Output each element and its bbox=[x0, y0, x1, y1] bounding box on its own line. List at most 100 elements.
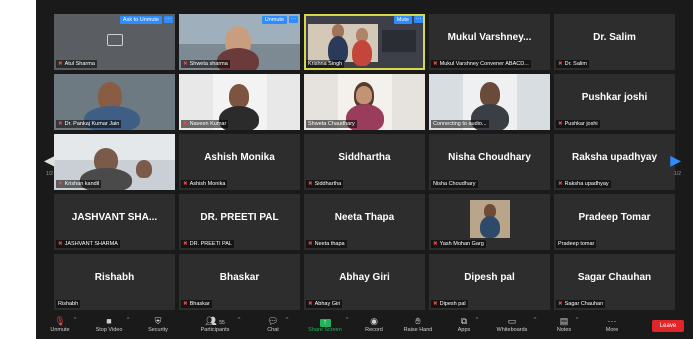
participant-name-label: ✖ Mukul Varshney Convener ABACD... bbox=[431, 60, 531, 68]
participant-display-name: Sagar Chauhan bbox=[577, 272, 652, 283]
participant-name-label: ✖ Neeta thapa bbox=[306, 240, 347, 248]
participant-tile[interactable]: ✖ Naveen Kumar bbox=[179, 74, 300, 130]
participant-tile[interactable]: Dr. Salim ✖ Dr. Salim bbox=[554, 14, 675, 70]
notes-options-caret-icon[interactable]: ^ bbox=[576, 317, 578, 323]
person-face bbox=[356, 86, 372, 104]
participant-tile[interactable]: Rishabh Rishabh bbox=[54, 254, 175, 310]
share-screen-icon: ↑ bbox=[319, 319, 331, 327]
chat-button[interactable]: 💬︎ Chat bbox=[262, 316, 284, 333]
participant-display-name: Siddhartha bbox=[338, 152, 391, 163]
participant-name-label: ✖ Naveen Kumar bbox=[181, 120, 229, 128]
muted-mic-icon: ✖ bbox=[308, 181, 313, 187]
participant-tile[interactable]: Raksha upadhyay ✖ Raksha upadhyay bbox=[554, 134, 675, 190]
participant-display-name: Rishabh bbox=[94, 272, 135, 283]
participant-name-label: ✖ Atul Sharma bbox=[56, 60, 97, 68]
unmute-button[interactable]: 🎙︎ Unmute bbox=[48, 316, 72, 333]
chat-options-caret-icon[interactable]: ^ bbox=[286, 317, 288, 323]
apps-options-caret-icon[interactable]: ^ bbox=[476, 317, 478, 323]
participant-tile[interactable]: Pradeep Tomar Pradeep tomar bbox=[554, 194, 675, 250]
muted-mic-icon: ✖ bbox=[58, 241, 63, 247]
participant-display-name: Dipesh pal bbox=[464, 272, 515, 283]
participant-tile[interactable]: ✖ Dr. Pankaj Kumar Jain bbox=[54, 74, 175, 130]
share-screen-button[interactable]: ↑ Share Screen bbox=[306, 316, 344, 333]
participant-tile-active-speaker[interactable]: Mute ··· Krishna Singh bbox=[304, 14, 425, 70]
participant-display-name: DR. PREETI PAL bbox=[200, 212, 279, 223]
muted-mic-icon: ✖ bbox=[183, 61, 188, 67]
participants-options-caret-icon[interactable]: ^ bbox=[238, 317, 240, 323]
participant-tile[interactable]: Nisha Choudhary Nisha Choudhary bbox=[429, 134, 550, 190]
participant-tile[interactable]: DR. PREETI PAL ✖ DR. PREETI PAL bbox=[179, 194, 300, 250]
page-indicator-left: 1/2 bbox=[46, 171, 53, 177]
participants-icon: 👥︎ 55 bbox=[205, 316, 225, 326]
next-page-arrow-icon[interactable]: ▶ bbox=[670, 152, 681, 169]
previous-page-arrow-icon[interactable]: ◀ bbox=[44, 152, 55, 169]
participant-tile[interactable]: Shweta Chaudhary bbox=[304, 74, 425, 130]
security-button[interactable]: ⛨ Security bbox=[144, 316, 172, 333]
record-button[interactable]: ◉ Record bbox=[362, 316, 386, 333]
participant-name-label: ✖ Dr. Pankaj Kumar Jain bbox=[56, 120, 122, 128]
participant-tile[interactable]: Abhay Giri ✖ Abhay Giri bbox=[304, 254, 425, 310]
more-button[interactable]: ··· More bbox=[602, 316, 622, 333]
participant-name-label: Shweta Chaudhary bbox=[306, 120, 357, 128]
participant-display-name: Pushkar joshi bbox=[581, 92, 648, 103]
muted-mic-icon: ✖ bbox=[183, 181, 188, 187]
participant-name-label: ✖ Siddhartha bbox=[306, 180, 344, 188]
muted-mic-icon: ✖ bbox=[183, 121, 188, 127]
person-face bbox=[480, 82, 500, 106]
person-body bbox=[352, 40, 372, 66]
stop-video-button[interactable]: ■ Stop Video bbox=[92, 316, 126, 333]
apps-button[interactable]: ⧉ Apps bbox=[454, 316, 474, 333]
participant-tile[interactable]: Unmute ··· ✖ Shweta sharma bbox=[179, 14, 300, 70]
mute-button[interactable]: Mute bbox=[393, 16, 412, 24]
participants-button[interactable]: 👥︎ 55 Participants bbox=[196, 316, 234, 333]
participant-display-name: Dr. Salim bbox=[593, 32, 636, 43]
participant-tile[interactable]: Bhaskar ✖ Bhaskar bbox=[179, 254, 300, 310]
participant-tile[interactable]: Siddhartha ✖ Siddhartha bbox=[304, 134, 425, 190]
participant-display-name: Raksha upadhyay bbox=[571, 152, 658, 163]
chat-bubble-icon: 💬︎ bbox=[267, 316, 279, 326]
ask-to-unmute-button[interactable]: Ask to Unmute bbox=[119, 16, 162, 24]
leave-button[interactable]: Leave bbox=[652, 320, 684, 332]
muted-mic-icon: ✖ bbox=[433, 301, 438, 307]
screen-placeholder-icon bbox=[107, 34, 123, 46]
participant-name-label: ✖ Bhaskar bbox=[181, 300, 212, 308]
zoom-meeting-window: Ask to Unmute ··· ✖ Atul Sharma Unmute ··… bbox=[36, 0, 693, 339]
participant-tile[interactable]: Ask to Unmute ··· ✖ Atul Sharma bbox=[54, 14, 175, 70]
participant-tile[interactable]: Ashish Monika ✖ Ashish Monika bbox=[179, 134, 300, 190]
share-options-caret-icon[interactable]: ^ bbox=[346, 317, 348, 323]
participant-tile[interactable]: Sagar Chauhan ✖ Sagar Chauhan bbox=[554, 254, 675, 310]
muted-mic-icon: 🎙︎ bbox=[54, 316, 66, 326]
audio-options-caret-icon[interactable]: ^ bbox=[74, 317, 76, 323]
muted-mic-icon: ✖ bbox=[58, 61, 63, 67]
whiteboards-options-caret-icon[interactable]: ^ bbox=[534, 317, 536, 323]
participant-name-label: ✖ JASHVANT SHARMA bbox=[56, 240, 120, 248]
notes-button[interactable]: ▤ Notes bbox=[554, 316, 574, 333]
participant-tile[interactable]: Pushkar joshi ✖ Pushkar joshi bbox=[554, 74, 675, 130]
participant-name-label: ✖ DR. PREETI PAL bbox=[181, 240, 234, 248]
notes-icon: ▤ bbox=[559, 316, 569, 326]
participant-tile[interactable]: ✖ Krishan kandil bbox=[54, 134, 175, 190]
video-options-caret-icon[interactable]: ^ bbox=[127, 317, 129, 323]
muted-mic-icon: ✖ bbox=[558, 301, 563, 307]
whiteboards-button[interactable]: ▭ Whiteboards bbox=[492, 316, 532, 333]
participant-tile[interactable]: Neeta Thapa ✖ Neeta thapa bbox=[304, 194, 425, 250]
participant-name-label: ✖ Sagar Chauhan bbox=[556, 300, 606, 308]
participant-tile[interactable]: JASHVANT SHA... ✖ JASHVANT SHARMA bbox=[54, 194, 175, 250]
shield-icon: ⛨ bbox=[154, 316, 162, 326]
raise-hand-button[interactable]: ✋︎ Raise Hand bbox=[400, 316, 436, 333]
participant-tile[interactable]: Dipesh pal ✖ Dipesh pal bbox=[429, 254, 550, 310]
tile-more-button[interactable]: ··· bbox=[164, 16, 173, 23]
participant-name-label: ✖ Krishan kandil bbox=[56, 180, 102, 188]
unmute-button[interactable]: Unmute bbox=[261, 16, 287, 24]
participants-count: 55 bbox=[219, 320, 225, 326]
person-body bbox=[480, 216, 500, 238]
whiteboard-icon: ▭ bbox=[507, 316, 517, 326]
participant-name-label: Krishna Singh bbox=[306, 60, 345, 68]
projection-screen bbox=[382, 30, 416, 52]
participant-tile[interactable]: Mukul Varshney... ✖ Mukul Varshney Conven… bbox=[429, 14, 550, 70]
participant-name-label: Rishabh bbox=[56, 300, 81, 308]
participant-tile[interactable]: ✖ Yash Mohan Garg bbox=[429, 194, 550, 250]
tile-more-button[interactable]: ··· bbox=[289, 16, 298, 23]
participant-tile[interactable]: Connecting to audio... bbox=[429, 74, 550, 130]
tile-more-button[interactable]: ··· bbox=[414, 16, 423, 23]
